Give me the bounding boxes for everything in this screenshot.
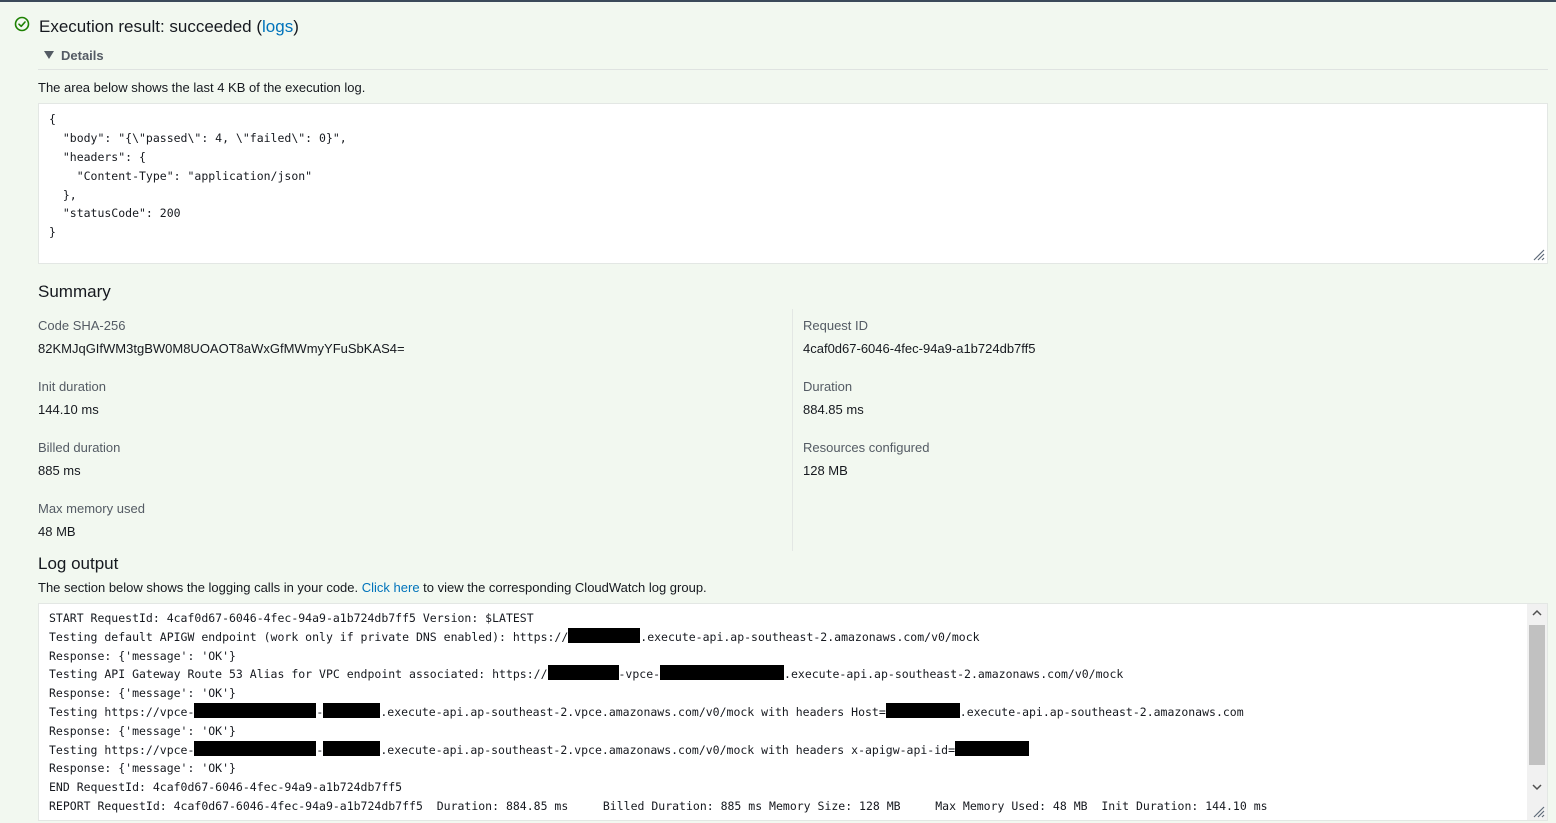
log-text: Testing default APIGW endpoint (work onl… <box>49 629 569 644</box>
log-text: Testing https://vpce- <box>49 742 195 757</box>
log-line: Response: {'message': 'OK'} <box>49 648 236 663</box>
redaction-bar <box>194 702 317 718</box>
log-hint-prefix: The section below shows the logging call… <box>38 580 362 595</box>
top-rule <box>0 0 1556 2</box>
cloudwatch-link[interactable]: Click here <box>362 580 420 595</box>
log-line: Testing https://vpce- - .execute-api.ap-so… <box>49 702 1537 722</box>
log-line: START RequestId: 4caf0d67-6046-4fec-94a9… <box>49 611 534 625</box>
log-text: - <box>316 742 324 757</box>
field-label: Code SHA-256 <box>38 318 126 333</box>
log-scrollbar[interactable] <box>1527 604 1547 820</box>
field-label: Init duration <box>38 379 106 394</box>
log-hint-suffix: to view the corresponding CloudWatch log… <box>419 580 707 595</box>
log-text: .execute-api.ap-southeast-2.amazonaws.co… <box>959 704 1244 719</box>
log-hint: The section below shows the logging call… <box>38 580 707 595</box>
field-value: 4caf0d67-6046-4fec-94a9-a1b724db7ff5 <box>803 341 1036 356</box>
details-label: Details <box>61 48 104 63</box>
execution-result-textarea[interactable]: { "body": "{\"passed\": 4, \"failed\": 0… <box>38 103 1548 264</box>
result-line: "headers": { <box>49 149 146 164</box>
check-circle-icon <box>14 16 30 32</box>
field-label: Resources configured <box>803 440 930 455</box>
field-value: 82KMJqGIfWM3tgBW0M8UOAOT8aWxGfMWmyYFuSbK… <box>38 341 405 356</box>
log-text: Testing API Gateway Route 53 Alias for V… <box>49 667 548 682</box>
log-text: .execute-api.ap-southeast-2.amazonaws.co… <box>784 667 1124 682</box>
result-line: "Content-Type": "application/json" <box>49 168 313 183</box>
field-label: Request ID <box>803 318 869 333</box>
log-text: .execute-api.ap-southeast-2.vpce.amazona… <box>380 704 886 719</box>
log-line: Testing API Gateway Route 53 Alias for V… <box>49 665 1537 684</box>
field-value: 144.10 ms <box>38 402 99 417</box>
result-line: }, <box>49 187 77 202</box>
log-text: - <box>316 704 324 719</box>
redaction-bar <box>547 665 619 681</box>
result-hint: The area below shows the last 4 KB of th… <box>38 80 366 95</box>
billed-duration-field: Billed duration 885 ms <box>38 439 120 480</box>
field-label: Billed duration <box>38 440 121 455</box>
log-line: Testing default APIGW endpoint (work onl… <box>49 627 1537 647</box>
log-output-title: Log output <box>38 554 119 573</box>
execution-result-header: Execution result: succeeded (logs) <box>14 14 299 40</box>
result-line: } <box>49 225 56 240</box>
result-line: "statusCode": 200 <box>49 206 181 221</box>
code-sha256-field: Code SHA-256 82KMJqGIfWM3tgBW0M8UOAOT8aW… <box>38 317 405 358</box>
log-line: Response: {'message': 'OK'} <box>49 723 236 738</box>
resources-configured-field: Resources configured 128 MB <box>803 439 929 480</box>
field-value: 884.85 ms <box>803 402 864 417</box>
resize-handle-icon[interactable] <box>1531 804 1545 818</box>
result-title-prefix: Execution result: succeeded ( <box>39 17 263 36</box>
log-text: .execute-api.ap-southeast-2.vpce.amazona… <box>380 742 956 757</box>
scroll-down-icon[interactable] <box>1532 782 1542 792</box>
log-line: END RequestId: 4caf0d67-6046-4fec-94a9-a… <box>49 780 403 795</box>
field-value: 885 ms <box>38 463 81 478</box>
summary-title: Summary <box>38 282 111 301</box>
logs-link[interactable]: logs <box>262 17 293 36</box>
log-text: .execute-api.ap-southeast-2.amazonaws.co… <box>640 629 980 644</box>
result-line: { <box>49 112 56 126</box>
summary-column-divider <box>792 309 793 551</box>
request-id-field: Request ID 4caf0d67-6046-4fec-94a9-a1b72… <box>803 317 1036 358</box>
result-line: "body": "{\"passed\": 4, \"failed\": 0}"… <box>49 130 347 145</box>
log-line: Response: {'message': 'OK'} <box>49 761 236 776</box>
log-line: REPORT RequestId: 4caf0d67-6046-4fec-94a… <box>49 798 1268 813</box>
field-label: Max memory used <box>38 501 145 516</box>
log-line: Response: {'message': 'OK'} <box>49 686 236 701</box>
init-duration-field: Init duration 144.10 ms <box>38 378 106 419</box>
redaction-bar <box>323 740 381 756</box>
log-text: Testing https://vpce- <box>49 704 195 719</box>
execution-result-title: Execution result: succeeded (logs) <box>39 17 299 37</box>
log-output-textarea[interactable]: START RequestId: 4caf0d67-6046-4fec-94a9… <box>38 603 1548 821</box>
field-value: 48 MB <box>38 524 76 539</box>
log-line: Testing https://vpce- - .execute-api.ap-so… <box>49 740 1537 760</box>
result-title-suffix: ) <box>293 17 299 36</box>
redaction-bar <box>323 702 381 718</box>
redaction-bar <box>194 740 317 756</box>
scroll-up-icon[interactable] <box>1532 608 1542 618</box>
duration-field: Duration 884.85 ms <box>803 378 864 419</box>
max-memory-field: Max memory used 48 MB <box>38 500 145 541</box>
details-toggle[interactable]: Details <box>38 45 1548 70</box>
log-text: -vpce- <box>618 667 661 682</box>
redaction-bar <box>660 665 785 681</box>
redaction-bar <box>885 702 960 718</box>
redaction-bar <box>955 740 1030 756</box>
caret-down-icon <box>44 51 54 59</box>
resize-handle-icon[interactable] <box>1531 247 1545 261</box>
field-label: Duration <box>803 379 853 394</box>
scroll-thumb[interactable] <box>1529 625 1545 765</box>
redaction-bar <box>568 627 641 643</box>
field-value: 128 MB <box>803 463 848 478</box>
